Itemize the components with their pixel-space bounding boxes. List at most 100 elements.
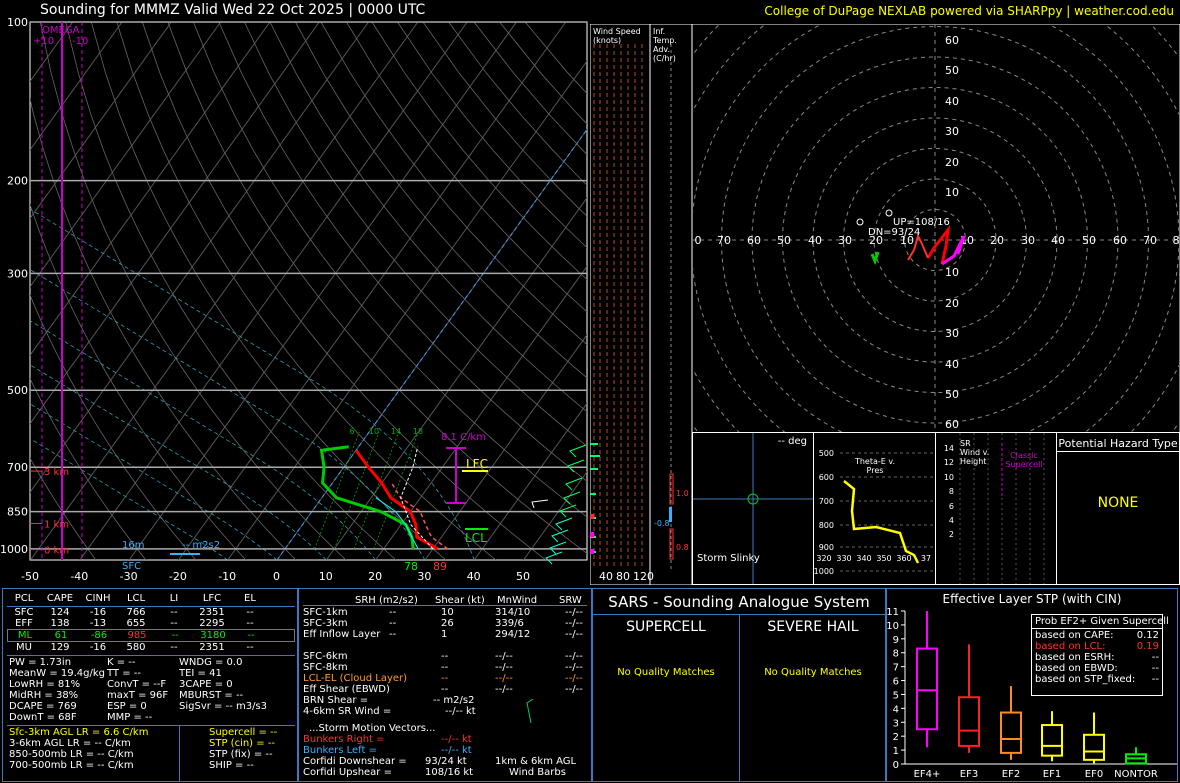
parcel-cell: -16 xyxy=(89,642,107,653)
pressure-tick: 500 xyxy=(7,384,28,397)
kinematics-cell: SFC-8km xyxy=(303,662,348,673)
ef2-prob-cell: 0.19 xyxy=(1136,641,1159,652)
indices-col2: K = -- TT = -- ConvT = --F maxT = 96F ES… xyxy=(107,657,168,723)
parcel-cell: -13 xyxy=(89,618,107,629)
index-sigsvr: SigSvr = -- m3/s3 xyxy=(179,701,268,712)
index-convt: ConvT = --F xyxy=(107,679,167,690)
hodograph-tick-x: 20 xyxy=(990,234,1004,247)
hodograph-tick-x: 40 xyxy=(1051,234,1065,247)
kinematics-cell: --/-- xyxy=(495,662,513,673)
isotherm xyxy=(30,22,320,425)
isotherm xyxy=(473,402,587,560)
sars-title: SARS - Sounding Analogue System xyxy=(608,593,870,611)
slinky-label: Storm Slinky xyxy=(697,553,760,564)
index-wndg: WNDG = 0.0 xyxy=(179,657,243,668)
theta-tick-x: 360 xyxy=(896,554,911,563)
stp-tick-y: 11 xyxy=(887,607,899,618)
sr-wind-title: SR Wind v. Height xyxy=(960,439,990,466)
index-tei: TEI = 41 xyxy=(179,668,222,679)
param-stp-fix: STP (fix) = -- xyxy=(209,749,273,760)
sr-wind-tick-y: 4 xyxy=(949,516,954,525)
sfc-temp-label: 89 xyxy=(433,560,447,573)
stp-box xyxy=(916,647,938,731)
parcel-cell: -- xyxy=(170,618,178,629)
parcel-cell: 124 xyxy=(50,607,70,618)
parcel-header: CINH xyxy=(85,593,111,604)
dry-adiabat xyxy=(499,22,587,125)
kinematics-cell: --/-- xyxy=(495,651,513,662)
wind-barb xyxy=(565,477,583,491)
skewt-plot xyxy=(30,22,587,560)
kinematics-cell: 339/6 xyxy=(495,618,524,629)
sars-panel: SARS - Sounding Analogue System SUPERCEL… xyxy=(592,588,886,782)
kinematics-cell: Eff Shear (EBWD) xyxy=(303,684,390,695)
corfidi-up-label: Corfidi Upshear = xyxy=(303,767,392,778)
hodograph-tick-x: 50 xyxy=(1082,234,1096,247)
storm-motion-label: ...Storm Motion Vectors... xyxy=(309,723,436,734)
kinematics-cell: 10 xyxy=(441,607,454,618)
kinematics-row xyxy=(303,640,587,651)
hodograph-trace-low xyxy=(926,224,951,265)
theta-tick-x: 320 xyxy=(816,554,831,563)
theta-e-title: Theta-E v. Pres xyxy=(854,457,896,475)
stp-panel: Effective Layer STP (with CIN) 11 10 9 8 7 6 5… xyxy=(886,588,1178,782)
sars-supercell-title: SUPERCELL xyxy=(626,619,706,635)
parcel-cell: -- xyxy=(247,630,255,641)
hodograph-tick-x: 70 xyxy=(1143,234,1157,247)
kinematics-cell: -- xyxy=(441,684,449,695)
theta-tick-y: 900 xyxy=(819,543,834,552)
kinematics-cell: -- xyxy=(441,673,449,684)
sfc-dewpoint-label: 78 xyxy=(404,560,418,573)
parcel-cell: -- xyxy=(171,630,179,641)
temp-tick: 0 xyxy=(273,570,280,583)
hodograph-ring xyxy=(693,25,1179,432)
parcel-cell: -- xyxy=(170,642,178,653)
srh-height-label: 16m xyxy=(122,540,144,551)
wind-speed-marker xyxy=(590,549,594,554)
dry-adiabat xyxy=(30,97,297,560)
hodograph-tick-y: 50 xyxy=(945,64,959,77)
barbs-label-1: 1km & 6km AGL xyxy=(495,756,577,767)
wind-barb xyxy=(563,491,581,505)
theta-tick-y: 1000 xyxy=(814,567,834,576)
stp-category-label: EF3 xyxy=(960,769,978,780)
dry-adiabat xyxy=(193,22,587,518)
thermo-panel: PCL CAPE CINH LCL LI LFC EL SFC 124 -16 766… xyxy=(2,588,298,782)
stp-category-label: EF1 xyxy=(1043,769,1061,780)
kinematics-cell: SFC-3km xyxy=(303,618,348,629)
parcel-cell: 2351 xyxy=(199,642,225,653)
dry-adiabat xyxy=(295,22,587,379)
kinematics-cell: 294/12 xyxy=(495,629,531,640)
theta-tick-y: 500 xyxy=(819,449,834,458)
lapse-850-500: 850-500mb LR = -- C/km xyxy=(9,749,134,760)
kinematics-row: SFC-8km -- --/-- --/-- xyxy=(303,662,587,673)
hodograph-tick-y: 40 xyxy=(945,358,959,371)
parcel-cell: -- xyxy=(246,642,254,653)
kinematics-row: LCL-EL (Cloud Layer) -- --/-- --/-- xyxy=(303,673,587,684)
corfidi-up-marker xyxy=(885,209,893,217)
hodograph-tick-x: 60 xyxy=(747,234,761,247)
wind-barb xyxy=(567,459,585,473)
sr-wind-tick-y: 2 xyxy=(949,530,954,539)
indices-col3: WNDG = 0.0 TEI = 41 3CAPE = 0 MBURST = -… xyxy=(179,657,267,712)
hodograph-tick-x: 30 xyxy=(838,234,852,247)
parcel-cell: 2351 xyxy=(199,607,225,618)
credit-text: College of DuPage NEXLAB powered via SHA… xyxy=(764,4,1174,18)
stp-tick-y: 1 xyxy=(893,746,899,757)
hodograph-ring xyxy=(692,24,1180,433)
parcel-cell: 580 xyxy=(126,642,146,653)
index-tt: TT = -- xyxy=(107,668,141,679)
parcel-cell: 2295 xyxy=(199,618,225,629)
wind-barb xyxy=(549,541,567,555)
parcel-cell: 61 xyxy=(54,630,68,641)
bunkers-left-value: --/-- kt xyxy=(441,745,472,756)
classic-supercell-label: Classic Supercell xyxy=(1005,451,1043,469)
inf-temp-value: -0.8 xyxy=(654,519,670,528)
stp-box xyxy=(958,696,980,747)
index-esp: ESP = 0 xyxy=(107,701,147,712)
temp-tick: -40 xyxy=(70,570,88,583)
pressure-tick: 200 xyxy=(7,175,28,188)
hodograph-tick-y: 40 xyxy=(945,95,959,108)
parcel-cell: MU xyxy=(16,642,32,653)
param-supercell: Supercell = -- xyxy=(209,727,278,738)
